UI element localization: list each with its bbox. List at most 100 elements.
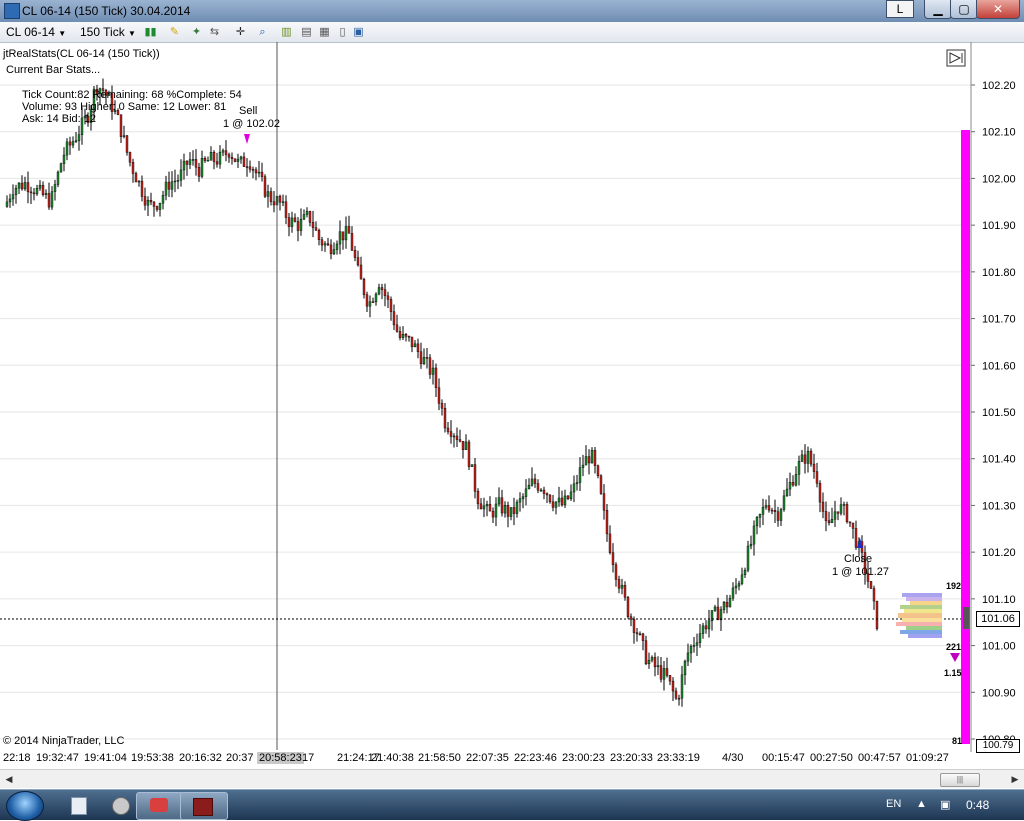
- candle-body: [743, 569, 747, 576]
- crosshair-icon[interactable]: ✛: [234, 26, 247, 38]
- candle: [341, 231, 345, 250]
- data-box-icon[interactable]: ▥: [280, 26, 293, 38]
- close-button[interactable]: ✕: [976, 0, 1020, 19]
- candle-body: [362, 278, 366, 295]
- taskbar-clock[interactable]: 0:48: [966, 798, 989, 812]
- layout-button[interactable]: L: [886, 0, 914, 18]
- candle-body: [170, 181, 174, 190]
- candle-body: [290, 217, 294, 227]
- candle-body: [203, 158, 207, 161]
- candle-body: [599, 475, 603, 494]
- candle: [770, 507, 774, 515]
- panel-icon[interactable]: ▯: [336, 26, 349, 38]
- candle: [407, 335, 411, 342]
- candle: [203, 156, 207, 163]
- candle: [230, 152, 234, 165]
- candle: [362, 277, 366, 299]
- candle: [776, 506, 780, 527]
- horizontal-scrollbar[interactable]: ◀ ||| ▶: [0, 769, 1024, 788]
- candle: [530, 467, 534, 487]
- candle: [473, 457, 477, 499]
- candle-body: [197, 166, 201, 177]
- candle-body: [818, 483, 822, 503]
- taskbar-chart-window-icon[interactable]: [180, 792, 228, 820]
- tray-network-icon[interactable]: ▣: [940, 798, 950, 811]
- interval-selector[interactable]: 150 Tick ▼: [80, 25, 136, 39]
- candle-body: [245, 166, 249, 168]
- candle: [392, 304, 396, 330]
- candle-body: [17, 182, 21, 189]
- language-indicator[interactable]: EN: [886, 798, 901, 810]
- candle-body: [437, 387, 441, 404]
- bars-icon[interactable]: ▮▮: [144, 26, 157, 38]
- zoom-icon[interactable]: ⌕: [256, 26, 269, 38]
- candle: [560, 490, 564, 507]
- y-tick-label: 101.20: [982, 547, 1016, 559]
- candle: [467, 439, 471, 471]
- wand-icon[interactable]: ✦: [190, 26, 203, 38]
- candle-body: [11, 194, 15, 200]
- candle-body: [689, 646, 693, 654]
- x-tick-label: 00:15:47: [762, 752, 805, 764]
- candle-body: [215, 161, 219, 165]
- candle: [872, 585, 876, 610]
- taskbar-ninjatrader-icon[interactable]: [136, 792, 184, 820]
- candle: [665, 657, 669, 678]
- candle: [572, 475, 576, 503]
- candle: [125, 135, 129, 156]
- y-tick-label: 101.70: [982, 314, 1016, 326]
- candle: [773, 499, 777, 524]
- candle-body: [554, 501, 558, 508]
- maximize-button[interactable]: ▢: [950, 0, 978, 19]
- candle-body: [119, 114, 123, 137]
- candle: [41, 181, 45, 197]
- candle-body: [317, 230, 321, 240]
- candle: [653, 652, 657, 677]
- scroll-left-icon[interactable]: ◀: [2, 772, 16, 786]
- candle: [395, 314, 399, 333]
- candle: [389, 296, 393, 321]
- candle: [782, 489, 786, 512]
- candle-body: [758, 514, 762, 518]
- candle-body: [374, 293, 378, 303]
- template-icon[interactable]: ▦: [318, 26, 331, 38]
- candle-body: [410, 336, 414, 348]
- candle: [503, 501, 507, 518]
- candle: [620, 578, 624, 595]
- scroll-thumb[interactable]: |||: [940, 773, 980, 787]
- candle-body: [638, 633, 642, 636]
- candle: [758, 513, 762, 528]
- x-tick-label: 17: [302, 752, 315, 764]
- candle-body: [380, 287, 384, 290]
- candle: [761, 498, 765, 525]
- tray-arrow-icon[interactable]: ▲: [916, 798, 927, 810]
- pencil-icon[interactable]: ✎: [168, 26, 181, 38]
- current-bar-stats-label[interactable]: Current Bar Stats...: [6, 64, 100, 76]
- candle: [701, 622, 705, 639]
- candle-body: [503, 505, 507, 514]
- candle: [194, 149, 198, 176]
- candle: [131, 158, 135, 183]
- candle-body: [431, 367, 435, 375]
- price-chart[interactable]: 102.20 102.10 102.00 101.90 101.80 101.70 101.…: [0, 42, 1024, 754]
- scroll-right-icon[interactable]: ▶: [1008, 772, 1022, 786]
- candle-body: [794, 474, 798, 486]
- start-button[interactable]: [6, 791, 44, 821]
- candle: [356, 250, 360, 267]
- minimize-button[interactable]: ▁: [924, 0, 952, 19]
- taskbar-explorer-icon[interactable]: [56, 792, 102, 818]
- candle-body: [434, 367, 438, 388]
- candle: [698, 623, 702, 648]
- candle-body: [278, 195, 282, 203]
- x-tick-label: 19:53:38: [131, 752, 174, 764]
- window-linking-icon[interactable]: ▣: [352, 26, 365, 38]
- instrument-selector[interactable]: CL 06-14 ▼: [6, 25, 66, 39]
- arrows-icon[interactable]: ⇆: [208, 26, 221, 38]
- candle-body: [35, 187, 39, 195]
- properties-icon[interactable]: ▤: [300, 26, 313, 38]
- candle-body: [575, 482, 579, 485]
- candle-body: [731, 587, 735, 599]
- candle-body: [350, 233, 354, 251]
- candle: [542, 486, 546, 500]
- candle-body: [428, 357, 432, 375]
